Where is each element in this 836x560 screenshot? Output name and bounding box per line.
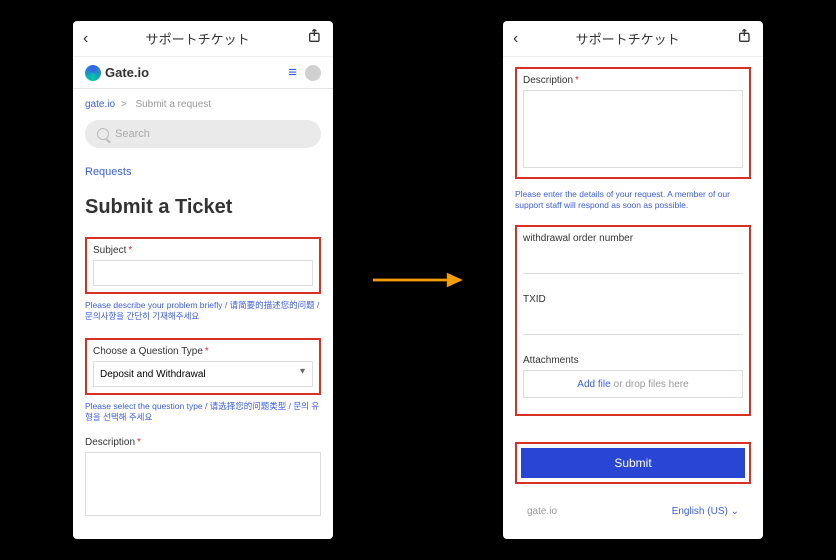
description-textarea-right[interactable] [523,90,743,168]
subject-label: Subject* [93,245,313,256]
description-textarea-left[interactable] [85,452,321,516]
description-label-left: Description* [85,437,321,448]
breadcrumb-sep: > [121,99,127,110]
subject-field-highlight: Subject* [85,237,321,294]
requests-link[interactable]: Requests [85,166,321,178]
details-highlight: withdrawal order number TXID Attachments… [515,225,751,416]
content-right: Description* Please enter the details of… [503,57,763,539]
txid-input[interactable] [523,309,743,335]
submit-button[interactable]: Submit [521,448,745,478]
add-file-dropzone[interactable]: Add file or drop files here [523,370,743,398]
description-label-right: Description* [523,75,743,86]
chevron-down-icon: ⌄ [731,506,739,517]
logo-icon [85,65,101,81]
avatar-icon[interactable] [305,65,321,81]
search-input[interactable]: Search [85,120,321,148]
phone-screen-left: ‹ サポートチケット Gate.io ≡ gate.io > Submit a … [73,21,333,539]
share-icon[interactable] [307,28,323,49]
question-type-label: Choose a Question Type* [93,346,313,357]
description-highlight: Description* [515,67,751,179]
brand-bar: Gate.io ≡ [73,57,333,89]
txid-label: TXID [523,294,743,305]
description-hint-right: Please enter the details of your request… [515,189,751,211]
submit-highlight: Submit [515,442,751,484]
breadcrumb-root[interactable]: gate.io [85,99,115,110]
page-title: Submit a Ticket [85,196,321,219]
footer: gate.io English (US) ⌄ [515,494,751,529]
language-selector[interactable]: English (US) ⌄ [672,506,739,517]
share-icon[interactable] [737,28,753,49]
arrow-icon [373,265,463,295]
question-type-hint: Please select the question type / 请选择您的问… [85,401,321,423]
phone-header-right: ‹ サポートチケット [503,21,763,57]
subject-hint: Please describe your problem briefly / 请… [85,300,321,322]
withdrawal-order-input[interactable] [523,248,743,274]
header-title: サポートチケット [146,29,250,48]
phone-screen-right: ‹ サポートチケット Description* Please enter the… [503,21,763,539]
subject-input[interactable] [93,260,313,286]
phone-header: ‹ サポートチケット [73,21,333,57]
question-type-select[interactable]: Deposit and Withdrawal [93,361,313,387]
back-icon[interactable]: ‹ [513,30,518,48]
description-field-left: Description* [85,437,321,519]
breadcrumb-current: Submit a request [135,99,211,110]
header-title-right: サポートチケット [576,29,680,48]
hamburger-icon[interactable]: ≡ [288,64,297,81]
footer-brand[interactable]: gate.io [527,506,557,517]
search-icon [97,128,109,140]
attachments-label: Attachments [523,355,743,366]
drop-text: or drop files here [614,379,689,390]
logo[interactable]: Gate.io [85,65,149,81]
add-file-link[interactable]: Add file [577,379,610,390]
withdrawal-order-label: withdrawal order number [523,233,743,244]
content-left: gate.io > Submit a request Search Reques… [73,89,333,539]
breadcrumb: gate.io > Submit a request [85,99,321,110]
question-type-highlight: Choose a Question Type* Deposit and With… [85,338,321,395]
back-icon[interactable]: ‹ [83,30,88,48]
logo-text: Gate.io [105,65,149,80]
search-placeholder: Search [115,128,150,140]
